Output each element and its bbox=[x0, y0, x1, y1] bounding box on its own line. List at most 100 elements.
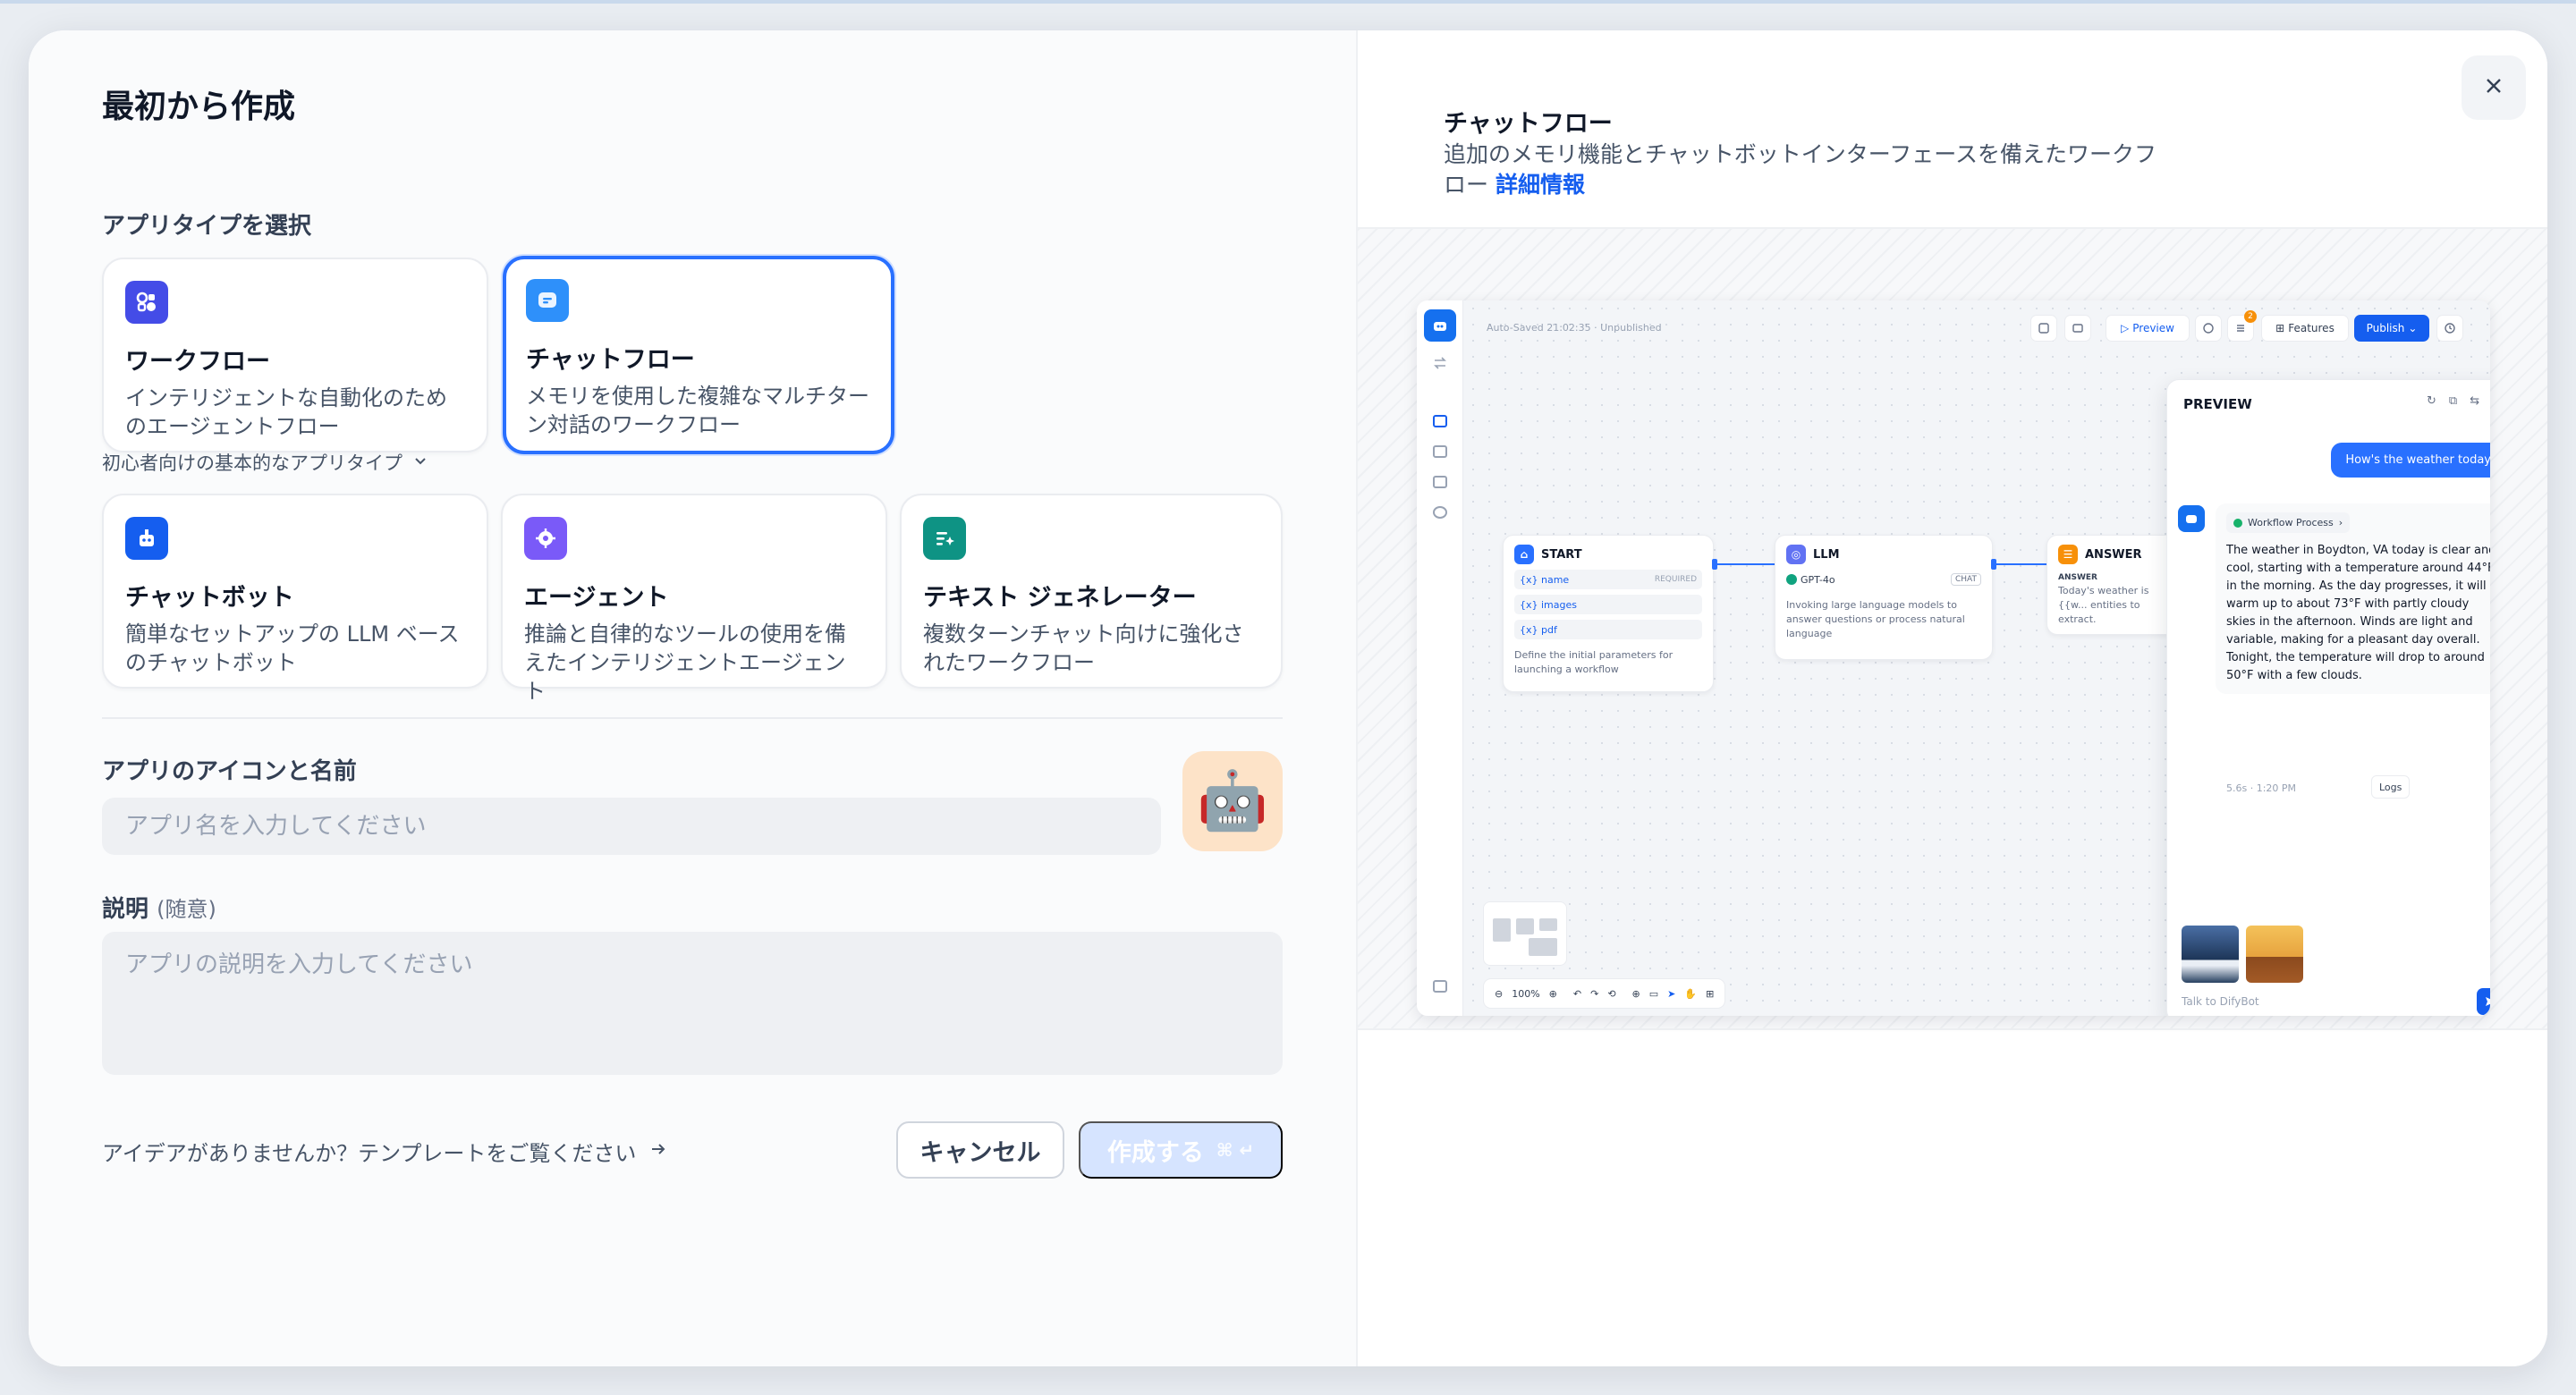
note-icon: ▭ bbox=[1648, 987, 1659, 1000]
llm-node: ◎ LLM GPT-4o CHAT Invoking large language… bbox=[1775, 535, 1993, 660]
history-icon bbox=[2436, 315, 2463, 342]
features-button: ⊞ Features bbox=[2261, 315, 2349, 342]
app-type-name: チャットフロー bbox=[526, 346, 695, 374]
message-meta: 5.6s · 1:20 PM bbox=[2226, 782, 2297, 794]
add-node-icon: ⊕ bbox=[1631, 987, 1640, 1000]
features-label: Features bbox=[2288, 322, 2334, 334]
app-type-card-text-generator[interactable]: テキスト ジェネレーター 複数ターンチャット向けに強化されたワークフロー bbox=[900, 494, 1283, 689]
dialog-title: 最初から作成 bbox=[102, 89, 296, 125]
template-link[interactable]: アイデアがありませんか？テンプレートをご覧ください bbox=[102, 1136, 668, 1167]
cancel-button[interactable]: キャンセル bbox=[896, 1121, 1064, 1179]
description-label: 説明 bbox=[102, 896, 149, 923]
start-var-images: {x} images bbox=[1520, 598, 1577, 611]
app-icon-picker[interactable]: 🤖 bbox=[1182, 751, 1283, 851]
refresh-icon: ↻ bbox=[2426, 394, 2436, 408]
edge-handle bbox=[1712, 559, 1717, 570]
monitor-icon bbox=[1433, 506, 1447, 519]
app-type-card-chatbot[interactable]: チャットボット 簡単なセットアップの LLM ベースのチャットボット bbox=[102, 494, 488, 689]
logs-button: Logs bbox=[2371, 775, 2411, 799]
app-description-input[interactable] bbox=[102, 932, 1283, 1075]
close-button[interactable] bbox=[2462, 55, 2526, 120]
close-icon bbox=[2481, 73, 2506, 102]
llm-node-desc: Invoking large language models to answer… bbox=[1786, 599, 1965, 639]
create-app-dialog: 最初から作成 アプリタイプを選択 ワークフロー インテリジェントな自動化のための… bbox=[29, 30, 2547, 1366]
workflow-icon bbox=[125, 281, 168, 324]
app-type-desc: 推論と自律的なツールの使用を備えたインテリジェントエージェント bbox=[524, 621, 846, 704]
organize-icon: ⊞ bbox=[1706, 987, 1715, 1000]
pointer-icon: ➤ bbox=[1667, 987, 1676, 1000]
attached-image-desert bbox=[2246, 926, 2303, 983]
editor-sidebar bbox=[1417, 300, 1463, 1016]
chevron-right-icon: › bbox=[2338, 517, 2343, 528]
user-message: How's the weather today bbox=[2331, 443, 2490, 478]
orchestrate-icon bbox=[1433, 415, 1447, 427]
required-tag: REQUIRED bbox=[1654, 575, 1697, 584]
run-history-icon bbox=[2030, 315, 2057, 342]
openai-icon bbox=[1786, 574, 1797, 585]
start-var-pdf: {x} pdf bbox=[1520, 623, 1557, 636]
preview-title: チャットフロー bbox=[1444, 110, 1613, 138]
app-type-desc: 複数ターンチャット向けに強化されたワークフロー bbox=[923, 621, 1244, 675]
create-form-panel: 最初から作成 アプリタイプを選択 ワークフロー インテリジェントな自動化のための… bbox=[29, 30, 1356, 1366]
check-circle-icon bbox=[2233, 518, 2242, 528]
beginner-types-toggle[interactable]: 初心者向けの基本的なアプリタイプ bbox=[102, 449, 429, 476]
preview-description: 追加のメモリ機能とチャットボットインターフェースを備えたワークフロー 詳細情報 bbox=[1444, 140, 2159, 200]
warning-badge: 2 bbox=[2244, 310, 2257, 323]
checklist-icon bbox=[2195, 315, 2222, 342]
app-type-name: ワークフロー bbox=[125, 348, 270, 376]
answer-node-title: ANSWER bbox=[2085, 547, 2142, 562]
robot-emoji-icon: 🤖 bbox=[1197, 768, 1268, 834]
features-icon: ⊞ bbox=[2275, 322, 2285, 334]
app-type-desc: インテリジェントな自動化のためのエージェントフロー bbox=[125, 385, 447, 439]
preview-button-label: Preview bbox=[2132, 322, 2174, 334]
answer-icon: ☰ bbox=[2058, 545, 2078, 564]
swap-icon bbox=[1433, 356, 1447, 369]
bot-message: Workflow Process › The weather in Boydto… bbox=[2216, 503, 2490, 694]
home-icon: ⌂ bbox=[1514, 545, 1534, 564]
preview-image-area: Auto-Saved 21:02:35 · Unpublished ▷ Prev… bbox=[1358, 227, 2547, 1030]
create-button[interactable]: 作成する ⌘ ↵ bbox=[1079, 1121, 1283, 1179]
env-icon bbox=[2064, 315, 2091, 342]
undo-icon: ↶ bbox=[1572, 987, 1582, 1000]
app-name-input[interactable] bbox=[102, 798, 1161, 855]
arrow-right-icon bbox=[648, 1139, 668, 1164]
app-type-card-chatflow[interactable]: チャットフロー メモリを使用した複雑なマルチターン対話のワークフロー bbox=[503, 256, 894, 454]
app-type-card-workflow[interactable]: ワークフロー インテリジェントな自動化のためのエージェントフロー bbox=[102, 258, 488, 452]
answer-label: ANSWER bbox=[2058, 573, 2097, 582]
zoom-out-icon: ⊖ bbox=[1495, 987, 1504, 1000]
variables-icon: ⧉ bbox=[2448, 394, 2458, 408]
name-heading: アプリのアイコンと名前 bbox=[102, 758, 357, 785]
workflow-process-label: Workflow Process bbox=[2248, 517, 2334, 528]
api-icon bbox=[1433, 445, 1447, 458]
chatbot-icon bbox=[125, 517, 168, 560]
agent-icon bbox=[524, 517, 567, 560]
app-type-name: テキスト ジェネレーター bbox=[923, 584, 1197, 612]
beginner-toggle-label: 初心者向けの基本的なアプリタイプ bbox=[102, 452, 402, 474]
section-divider bbox=[102, 717, 1283, 719]
zoom-toolbar: ⊖ 100% ⊕ ↶ ↷ ⟲ ⊕ ▭ ➤ ✋ ⊞ bbox=[1483, 978, 1726, 1009]
text-generator-icon bbox=[923, 517, 966, 560]
chevron-down-icon bbox=[411, 452, 429, 474]
workflow-editor-screenshot: Auto-Saved 21:02:35 · Unpublished ▷ Prev… bbox=[1417, 300, 2490, 1016]
zoom-level: 100% bbox=[1512, 987, 1540, 1000]
start-node-desc: Define the initial parameters for launch… bbox=[1514, 649, 1674, 675]
app-type-card-agent[interactable]: エージェント 推論と自律的なツールの使用を備えたインテリジェントエージェント bbox=[501, 494, 887, 704]
app-type-name: エージェント bbox=[524, 584, 669, 612]
send-icon bbox=[2477, 988, 2490, 1015]
chat-input-placeholder: Talk to DifyBot bbox=[2182, 995, 2259, 1008]
llm-mode-tag: CHAT bbox=[1950, 573, 1981, 586]
chat-preview-header: PREVIEW bbox=[2183, 396, 2252, 412]
app-type-heading: アプリタイプを選択 bbox=[102, 213, 312, 240]
start-var-name: {x} name bbox=[1520, 573, 1570, 586]
edge-llm-answer bbox=[1995, 563, 2052, 565]
chat-header-actions: ↻ ⧉ ⇆ ✕ bbox=[2427, 394, 2490, 408]
chevron-down-icon: ⌄ bbox=[2408, 322, 2418, 334]
publish-button: Publish ⌄ bbox=[2354, 315, 2429, 342]
keyboard-shortcut: ⌘ ↵ bbox=[1216, 1139, 1255, 1161]
llm-icon: ◎ bbox=[1786, 545, 1806, 564]
attached-image-mountain bbox=[2182, 926, 2239, 983]
start-node-title: START bbox=[1541, 547, 1582, 562]
llm-model: GPT-4o bbox=[1801, 573, 1835, 586]
autosave-status: Auto-Saved 21:02:35 · Unpublished bbox=[1487, 322, 1662, 334]
learn-more-link[interactable]: 詳細情報 bbox=[1496, 172, 1585, 198]
